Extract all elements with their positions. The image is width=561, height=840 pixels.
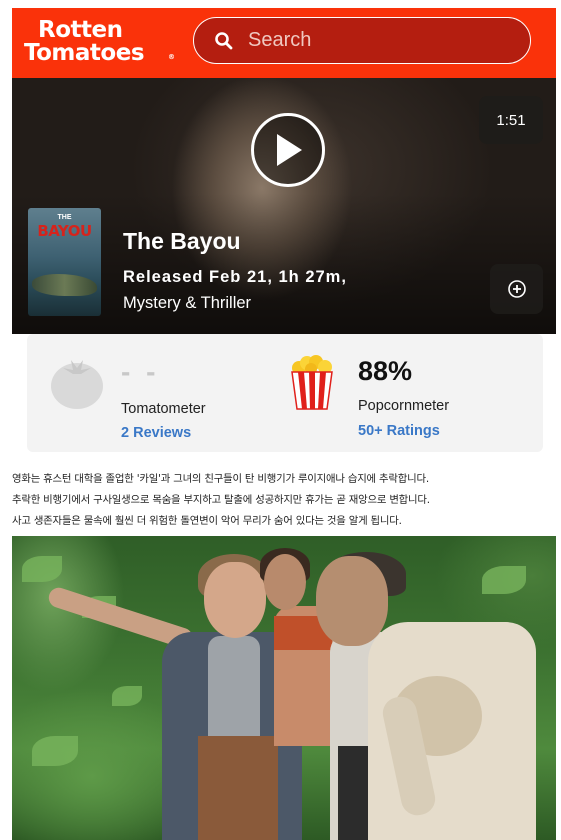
- site-header: Rotten Tomatoes ®: [12, 8, 556, 78]
- synopsis-line: 추락한 비행기에서 구사일생으로 목숨을 부지하고 탈출에 성공하지만 휴가는 …: [12, 494, 430, 506]
- popcornmeter-score: 88%: [358, 356, 413, 386]
- release-info: Released Feb 21, 1h 27m,: [123, 268, 347, 286]
- synopsis-text: 영화는 휴스턴 대학을 졸업한 '카일'과 그녀의 친구들이 탄 비행기가 루이…: [12, 469, 552, 532]
- figure-head: [264, 554, 306, 610]
- tomatometer-score: - -: [121, 356, 160, 387]
- movie-title: The Bayou: [123, 228, 241, 254]
- movie-poster[interactable]: THE BAYOU: [28, 208, 101, 316]
- movie-still-image: [12, 536, 556, 840]
- popcorn-icon: [291, 355, 333, 410]
- ratings-link[interactable]: 50+ Ratings: [358, 423, 440, 439]
- logo-line-1: Rotten: [38, 17, 123, 43]
- movie-genre: Mystery & Thriller: [123, 294, 252, 312]
- figure-head: [204, 562, 266, 638]
- reviews-link[interactable]: 2 Reviews: [121, 425, 191, 441]
- score-panel: - - Tomatometer 2 Reviews 88% Popcornmet…: [27, 334, 543, 452]
- trailer-duration-badge: 1:51: [479, 96, 543, 144]
- play-icon: [277, 134, 302, 166]
- figure-head: [316, 556, 388, 646]
- search-bar[interactable]: [193, 17, 531, 64]
- figure-pants: [198, 736, 278, 840]
- search-icon[interactable]: [214, 31, 234, 51]
- foliage: [22, 556, 62, 582]
- add-circle-icon: [507, 280, 526, 298]
- foliage: [32, 736, 78, 766]
- figure-shirt: [208, 636, 260, 746]
- logo-line-2: Tomatoes: [24, 40, 145, 66]
- logo-registered-mark: ®: [168, 53, 175, 61]
- poster-the-text: THE: [57, 214, 72, 221]
- search-input[interactable]: [248, 29, 488, 52]
- trailer-hero[interactable]: 1:51 THE BAYOU The Bayou Released Feb 21…: [12, 78, 556, 334]
- play-trailer-button[interactable]: [251, 113, 325, 187]
- poster-title-text: BAYOU: [37, 222, 92, 240]
- tomatometer-label: Tomatometer: [121, 401, 206, 417]
- poster-crocodile-art: [32, 274, 97, 296]
- foliage: [112, 686, 142, 706]
- add-to-watchlist-button[interactable]: [490, 264, 543, 314]
- synopsis-line: 사고 생존자들은 물속에 훨씬 더 위험한 돌연변이 악어 무리가 숨어 있다는…: [12, 515, 402, 527]
- foliage: [482, 566, 526, 594]
- popcornmeter-label: Popcornmeter: [358, 398, 450, 414]
- synopsis-line: 영화는 휴스턴 대학을 졸업한 '카일'과 그녀의 친구들이 탄 비행기가 루이…: [12, 473, 429, 485]
- tomato-icon: [51, 360, 103, 409]
- rotten-tomatoes-logo[interactable]: Rotten Tomatoes ®: [24, 17, 175, 69]
